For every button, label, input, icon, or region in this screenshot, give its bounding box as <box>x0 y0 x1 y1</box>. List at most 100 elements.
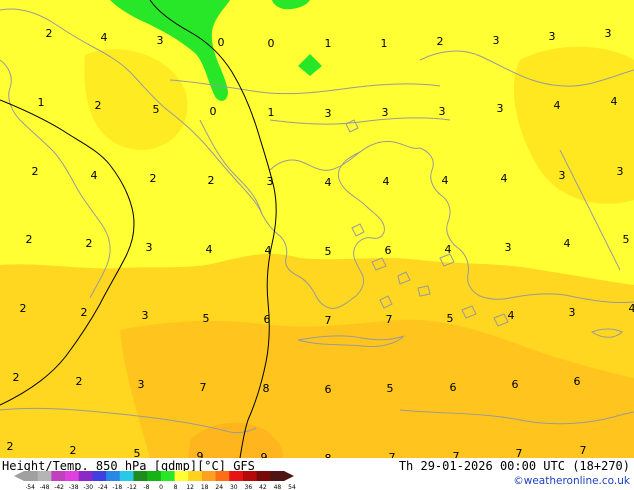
scale-label: 54 <box>288 484 296 490</box>
temp-value: 0 <box>268 37 275 50</box>
temp-value: 2 <box>7 440 14 453</box>
scale-swatch <box>201 471 217 481</box>
temp-value: 6 <box>325 383 332 396</box>
temp-value: 4 <box>325 176 332 189</box>
temp-value: 1 <box>38 96 45 109</box>
temp-value: 6 <box>512 378 519 391</box>
temp-value: 5 <box>623 233 630 246</box>
scale-swatch <box>256 471 271 481</box>
temp-value: 0 <box>210 105 217 118</box>
temp-value: 4 <box>206 243 213 256</box>
temp-value: 7 <box>516 447 523 458</box>
scale-label: -48 <box>40 484 50 490</box>
temp-value: 4 <box>501 172 508 185</box>
temp-value: 1 <box>325 37 332 50</box>
temp-value: 2 <box>86 237 93 250</box>
scale-label: 36 <box>245 484 253 490</box>
temp-value: 4 <box>629 302 634 315</box>
scale-label: -18 <box>112 484 122 490</box>
weather-map: 2 4 3 0 0 1 1 2 3 3 3 1 2 5 0 1 3 3 3 3 4 4 2 4 2 2 3 4 4 4 4 3 3 2 2 3 4 4 5 6… <box>0 0 634 458</box>
temp-value: 7 <box>580 444 587 457</box>
temp-value: 3 <box>142 309 149 322</box>
scale-label: -54 <box>26 484 35 490</box>
scale-swatch <box>78 471 93 481</box>
temp-value: 8 <box>263 382 270 395</box>
temp-value: 6 <box>385 244 392 257</box>
temp-value: 4 <box>611 95 618 108</box>
temp-value: 1 <box>268 106 275 119</box>
temp-value: 3 <box>138 378 145 391</box>
temp-value: 4 <box>265 244 272 257</box>
temp-value: 3 <box>382 106 389 119</box>
temp-value: 3 <box>267 175 274 188</box>
valid-time: Th 29-01-2026 00:00 UTC (18+270) <box>398 459 630 473</box>
scale-swatch <box>242 471 258 481</box>
temp-value: 7 <box>325 314 332 327</box>
map-viewport: 2430011233312501333344242234444332234456… <box>0 0 634 490</box>
scale-swatch <box>160 471 176 481</box>
scale-swatch <box>106 471 121 481</box>
scale-label: 24 <box>215 484 223 490</box>
temp-value: 5 <box>134 447 141 458</box>
temp-value: 9 <box>197 450 204 458</box>
temp-value: 9 <box>261 451 268 458</box>
scale-label: -38 <box>69 484 79 490</box>
temp-value: 2 <box>95 99 102 112</box>
temp-value: 7 <box>200 381 207 394</box>
temp-value: 3 <box>505 241 512 254</box>
scale-swatch <box>147 471 162 481</box>
temp-value: 3 <box>157 34 164 47</box>
color-scale-labels: -54 -48 -42 -38 -30 -24 -18 -12 -8 0 8 12 18 24 30 36 42… <box>26 484 296 490</box>
temp-value: 5 <box>325 245 332 258</box>
scale-swatch <box>119 471 134 481</box>
temp-value: 4 <box>383 175 390 188</box>
scale-label: 18 <box>201 484 209 490</box>
scale-label: -24 <box>98 484 108 490</box>
scale-arrow-right <box>284 471 294 481</box>
temp-value: 1 <box>381 37 388 50</box>
temp-value: 4 <box>554 99 561 112</box>
temp-value: 5 <box>153 103 160 116</box>
temp-value: 4 <box>91 169 98 182</box>
temp-value: 5 <box>447 312 454 325</box>
scale-swatch <box>229 471 244 481</box>
temp-value: 2 <box>46 27 53 40</box>
scale-swatch <box>65 471 80 481</box>
temp-value: 6 <box>264 313 271 326</box>
scale-arrow-left <box>14 471 24 481</box>
temp-value: 2 <box>20 302 27 315</box>
temp-value: 2 <box>208 174 215 187</box>
credit-link[interactable]: ©weatheronline.co.uk <box>513 475 630 487</box>
color-scale <box>14 471 294 481</box>
scale-label: -12 <box>127 484 137 490</box>
temp-value: 5 <box>387 382 394 395</box>
temp-value: 4 <box>508 309 515 322</box>
temp-value: 3 <box>325 107 332 120</box>
temp-value: 2 <box>32 165 39 178</box>
temp-value: 2 <box>150 172 157 185</box>
scale-swatch <box>215 471 230 481</box>
scale-swatch <box>92 471 107 481</box>
temp-value: 3 <box>493 34 500 47</box>
temp-value: 2 <box>81 306 88 319</box>
temp-value: 5 <box>203 312 210 325</box>
temp-value: 6 <box>574 375 581 388</box>
temp-value: 3 <box>549 30 556 43</box>
scale-swatch <box>133 471 148 481</box>
scale-swatch <box>174 471 189 481</box>
scale-label: -8 <box>143 484 149 490</box>
temp-value: 7 <box>453 450 460 458</box>
scale-label: -42 <box>54 484 64 490</box>
scale-swatch <box>37 471 52 481</box>
temp-value: 2 <box>437 35 444 48</box>
temp-value: 2 <box>13 371 20 384</box>
temp-value: 4 <box>564 237 571 250</box>
temp-value: 2 <box>26 233 33 246</box>
scale-label: 0 <box>159 484 163 490</box>
temp-value: 3 <box>605 27 612 40</box>
scale-swatch <box>188 471 203 481</box>
temp-value: 7 <box>386 313 393 326</box>
temp-value: 4 <box>445 243 452 256</box>
scale-label: -30 <box>83 484 93 490</box>
scale-swatch <box>51 471 66 481</box>
